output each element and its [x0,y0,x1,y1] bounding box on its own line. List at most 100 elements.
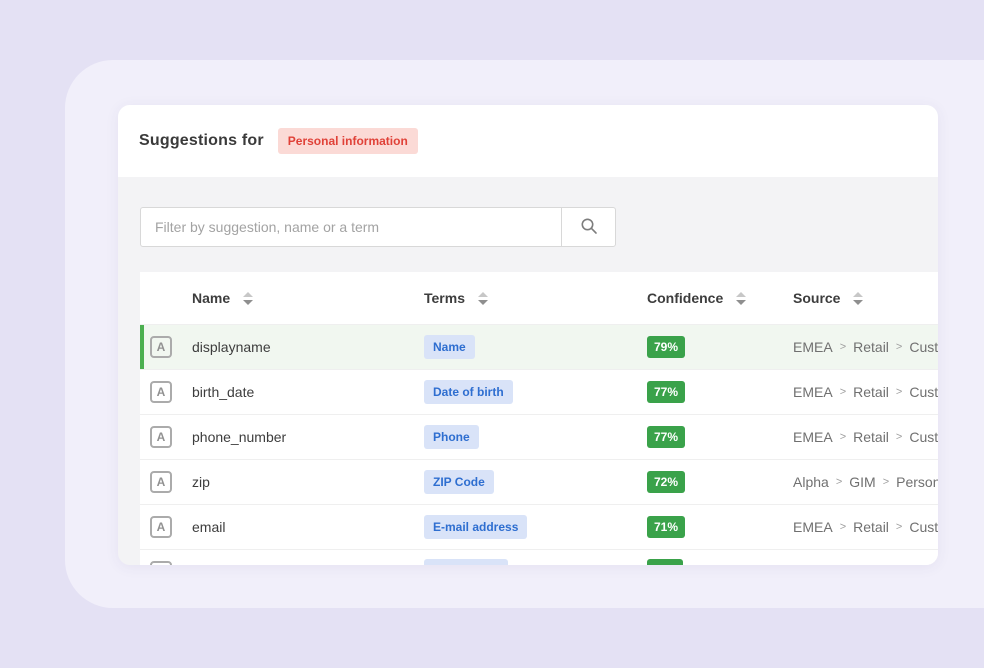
row-name: displayname [192,339,424,355]
suggestions-table: Name Terms Confidence Source A displayna… [140,272,938,565]
table-row[interactable]: A email E-mail address 71% EMEA > Retail > C… [140,505,938,550]
terms-cell: Phone [424,425,647,449]
breadcrumb-chevron-icon: > [836,476,842,488]
confidence-cell: 77% [647,381,793,403]
breadcrumb-part: EMEA [793,429,833,445]
type-icon-cell [140,561,192,565]
text-attribute-icon: A [150,336,172,358]
row-name: zip [192,474,424,490]
sort-icon[interactable] [736,292,746,305]
breadcrumb-chevron-icon: > [896,521,902,533]
confidence-badge [647,559,683,565]
terms-cell [424,559,647,566]
type-icon-cell: A [140,381,192,403]
confidence-badge: 79% [647,336,685,358]
text-attribute-icon: A [150,471,172,493]
text-attribute-icon: A [150,516,172,538]
breadcrumb-part: Retail [853,339,889,355]
breadcrumb-chevron-icon: > [840,386,846,398]
row-name: phone_number [192,429,424,445]
table-header-row: Name Terms Confidence Source [140,272,938,325]
breadcrumb-part: Alpha [793,474,829,490]
column-label: Terms [424,290,465,306]
search-bar [140,207,616,247]
search-icon [580,217,598,238]
type-icon-cell: A [140,426,192,448]
term-badge[interactable]: E-mail address [424,515,527,539]
confidence-cell: 71% [647,516,793,538]
breadcrumb-part: Retail [853,384,889,400]
table-row[interactable]: A zip ZIP Code 72% Alpha > GIM > Person [140,460,938,505]
column-label: Confidence [647,290,723,306]
column-label: Name [192,290,230,306]
card-header: Suggestions for Personal information [118,105,938,177]
page-title: Suggestions for [139,132,264,150]
sort-icon[interactable] [853,292,863,305]
column-header-confidence[interactable]: Confidence [647,290,793,306]
breadcrumb-chevron-icon: > [840,431,846,443]
table-row[interactable]: A displayname Name 79% EMEA > Retail > Cust [140,325,938,370]
table-body: A displayname Name 79% EMEA>Retail>Cust … [140,325,938,565]
breadcrumb-part: Retail [853,429,889,445]
sort-icon[interactable] [243,292,253,305]
column-header-source[interactable]: Source [793,290,938,306]
search-input[interactable] [141,208,561,246]
source-breadcrumb: EMEA > Retail > Cust [793,429,938,445]
confidence-badge: 72% [647,471,685,493]
confidence-cell [647,559,793,565]
column-header-name[interactable]: Name [192,290,424,306]
breadcrumb-part: EMEA [793,519,833,535]
type-icon-cell: A [140,516,192,538]
table-row[interactable] [140,550,938,565]
breadcrumb-chevron-icon: > [840,341,846,353]
confidence-badge: 77% [647,381,685,403]
breadcrumb-chevron-icon: > [896,386,902,398]
row-name: birth_date [192,384,424,400]
confidence-badge: 71% [647,516,685,538]
terms-cell: ZIP Code [424,470,647,494]
breadcrumb-part: Cust [909,339,938,355]
text-attribute-icon [150,561,172,565]
breadcrumb-part: EMEA [793,384,833,400]
breadcrumb-part: GIM [849,474,875,490]
source-breadcrumb: EMEA > Retail > Cust [793,339,938,355]
terms-cell: Date of birth [424,380,647,404]
text-attribute-icon: A [150,426,172,448]
term-badge[interactable]: ZIP Code [424,470,494,494]
term-badge[interactable]: Date of birth [424,380,513,404]
term-badge[interactable] [424,559,508,566]
confidence-cell: 77% [647,426,793,448]
breadcrumb-part: Person [896,474,938,490]
source-breadcrumb: EMEA > Retail > Cust [793,384,938,400]
suggestions-card: Suggestions for Personal information Nam… [118,105,938,565]
column-label: Source [793,290,840,306]
breadcrumb-chevron-icon: > [883,476,889,488]
source-breadcrumb: EMEA > Retail > Cust [793,519,938,535]
row-name: email [192,519,424,535]
text-attribute-icon: A [150,381,172,403]
confidence-cell: 72% [647,471,793,493]
breadcrumb-part: EMEA [793,339,833,355]
terms-cell: Name [424,335,647,359]
breadcrumb-part: Cust [909,429,938,445]
confidence-cell: 79% [647,336,793,358]
breadcrumb-part: Retail [853,519,889,535]
confidence-badge: 77% [647,426,685,448]
breadcrumb-chevron-icon: > [896,341,902,353]
breadcrumb-chevron-icon: > [840,521,846,533]
term-badge[interactable]: Name [424,335,475,359]
search-button[interactable] [561,208,615,246]
sort-icon[interactable] [478,292,488,305]
breadcrumb-chevron-icon: > [896,431,902,443]
term-badge[interactable]: Phone [424,425,479,449]
terms-cell: E-mail address [424,515,647,539]
type-icon-cell: A [140,336,192,358]
type-icon-cell: A [140,471,192,493]
table-row[interactable]: A birth_date Date of birth 77% EMEA > Reta… [140,370,938,415]
source-breadcrumb: Alpha > GIM > Person [793,474,938,490]
breadcrumb-part: Cust [909,519,938,535]
column-header-terms[interactable]: Terms [424,290,647,306]
breadcrumb-part: Cust [909,384,938,400]
category-badge[interactable]: Personal information [278,128,418,154]
table-row[interactable]: A phone_number Phone 77% EMEA > Retail > Cus… [140,415,938,460]
